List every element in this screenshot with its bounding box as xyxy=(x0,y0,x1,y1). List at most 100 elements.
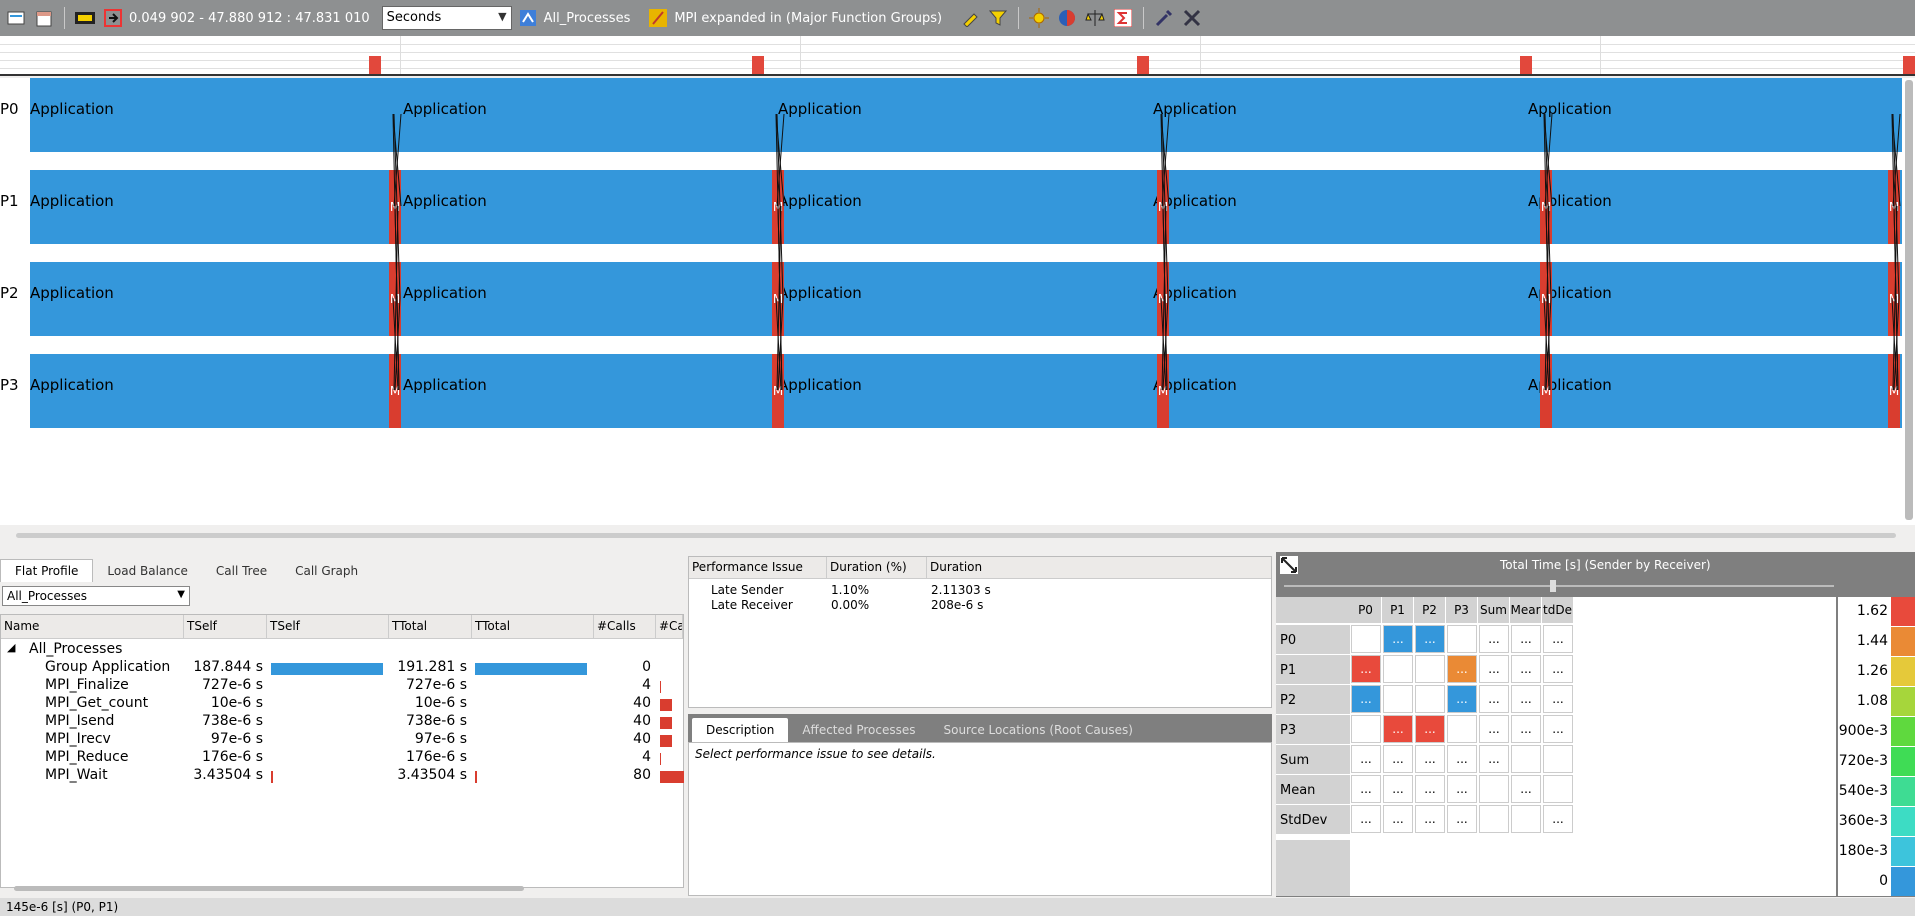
flat-profile-scrollbar[interactable] xyxy=(0,882,684,894)
timeline-overview[interactable] xyxy=(0,36,1915,76)
matrix-cell[interactable]: ... xyxy=(1447,685,1477,713)
matrix-cell[interactable]: ... xyxy=(1415,745,1445,773)
matrix-cell[interactable]: ... xyxy=(1479,685,1509,713)
matrix-cell[interactable]: ... xyxy=(1543,655,1573,683)
matrix-row-header[interactable]: P3 xyxy=(1276,715,1350,745)
calendar-icon[interactable] xyxy=(32,6,56,30)
matrix-col-header[interactable]: P2 xyxy=(1414,597,1446,623)
filter-icon[interactable] xyxy=(986,6,1010,30)
matrix-cell[interactable]: ... xyxy=(1447,775,1477,803)
col-duration[interactable]: Duration xyxy=(927,557,1271,578)
matrix-cell[interactable]: ... xyxy=(1543,685,1573,713)
matrix-cell[interactable]: ... xyxy=(1479,715,1509,743)
process-select[interactable]: All_Processes ▼ xyxy=(2,586,190,606)
matrix-cell[interactable]: ... xyxy=(1415,775,1445,803)
matrix-cell[interactable]: ... xyxy=(1415,715,1445,743)
process-group-label[interactable]: All_Processes xyxy=(544,11,631,26)
matrix-cell[interactable]: ... xyxy=(1447,805,1477,833)
master-timeline[interactable]: P0 Application Application Application Appli… xyxy=(0,78,1915,525)
zoom-slider-track[interactable] xyxy=(1284,585,1834,587)
matrix-row-header[interactable]: P2 xyxy=(1276,685,1350,715)
balance-icon[interactable] xyxy=(1083,6,1107,30)
tab-call-tree[interactable]: Call Tree xyxy=(202,560,281,582)
zoom-export-icon[interactable] xyxy=(101,6,125,30)
tab-load-balance[interactable]: Load Balance xyxy=(93,560,201,582)
matrix-row-header[interactable]: StdDev xyxy=(1276,805,1350,835)
matrix-cell[interactable] xyxy=(1383,685,1413,713)
collapse-triangle-icon[interactable]: ◢ xyxy=(7,641,15,654)
matrix-row-header[interactable]: Mean xyxy=(1276,775,1350,805)
table-row[interactable]: MPI_Isend 738e-6 s 738e-6 s 40 xyxy=(1,713,685,731)
col-calls[interactable]: #Calls xyxy=(594,615,656,638)
settings-tools-icon[interactable] xyxy=(1180,6,1204,30)
matrix-cell[interactable]: ... xyxy=(1543,805,1573,833)
table-row[interactable]: MPI_Irecv 97e-6 s 97e-6 s 40 xyxy=(1,731,685,749)
matrix-col-header[interactable]: P1 xyxy=(1382,597,1414,623)
tab-call-graph[interactable]: Call Graph xyxy=(281,560,372,582)
matrix-cell[interactable] xyxy=(1351,625,1381,653)
expand-icon[interactable] xyxy=(1280,556,1298,574)
matrix-cell[interactable] xyxy=(1479,775,1509,803)
highlighter-icon[interactable] xyxy=(958,6,982,30)
matrix-cell[interactable]: ... xyxy=(1511,775,1541,803)
function-group-icon[interactable] xyxy=(646,6,670,30)
matrix-cell[interactable] xyxy=(1543,775,1573,803)
matrix-row-header[interactable]: Sum xyxy=(1276,745,1350,775)
col-duration-pct[interactable]: Duration (%) xyxy=(827,557,927,578)
matrix-cell[interactable] xyxy=(1447,625,1477,653)
matrix-cell[interactable]: ... xyxy=(1479,655,1509,683)
matrix-cell[interactable] xyxy=(1511,745,1541,773)
matrix-col-header[interactable]: Sum xyxy=(1478,597,1510,623)
matrix-cell[interactable]: ... xyxy=(1543,625,1573,653)
col-tself[interactable]: TSelf xyxy=(184,615,267,638)
matrix-cell[interactable] xyxy=(1415,655,1445,683)
tab-flat-profile[interactable]: Flat Profile xyxy=(0,559,94,582)
matrix-row-header[interactable]: P0 xyxy=(1276,625,1350,655)
film-icon[interactable] xyxy=(73,6,97,30)
process-group-icon[interactable] xyxy=(516,6,540,30)
table-row[interactable]: MPI_Get_count 10e-6 s 10e-6 s 40 xyxy=(1,695,685,713)
matrix-cell[interactable]: ... xyxy=(1351,805,1381,833)
scrollbar-track[interactable] xyxy=(14,886,524,891)
col-ttotal[interactable]: TTotal xyxy=(389,615,472,638)
function-grouping-label[interactable]: MPI expanded in (Major Function Groups) xyxy=(674,11,942,26)
matrix-cell[interactable] xyxy=(1479,805,1509,833)
performance-row[interactable]: Late Sender 1.10% 2.11303 s xyxy=(689,583,1271,598)
tab-affected-processes[interactable]: Affected Processes xyxy=(788,718,929,742)
timeline-horizontal-scrollbar[interactable] xyxy=(0,528,1915,542)
matrix-cell[interactable]: ... xyxy=(1479,745,1509,773)
matrix-cell[interactable]: ... xyxy=(1479,625,1509,653)
zoom-slider-handle[interactable] xyxy=(1550,580,1556,592)
matrix-col-header[interactable]: tdDe xyxy=(1542,597,1574,623)
sun-icon[interactable] xyxy=(1027,6,1051,30)
col-performance-issue[interactable]: Performance Issue xyxy=(689,557,827,578)
matrix-cell[interactable]: ... xyxy=(1351,775,1381,803)
matrix-cell[interactable]: ... xyxy=(1447,745,1477,773)
timeline-vertical-scrollbar[interactable] xyxy=(1905,80,1913,520)
matrix-cell[interactable]: ... xyxy=(1383,625,1413,653)
scrollbar-track[interactable] xyxy=(16,533,1896,538)
chart-icon[interactable] xyxy=(4,6,28,30)
matrix-cell[interactable]: ... xyxy=(1415,805,1445,833)
matrix-cell[interactable] xyxy=(1351,715,1381,743)
matrix-col-header[interactable]: P3 xyxy=(1446,597,1478,623)
matrix-cell[interactable]: ... xyxy=(1351,655,1381,683)
matrix-col-header[interactable]: P0 xyxy=(1350,597,1382,623)
matrix-cell[interactable] xyxy=(1511,805,1541,833)
matrix-cell[interactable]: ... xyxy=(1511,715,1541,743)
matrix-cell[interactable] xyxy=(1415,685,1445,713)
matrix-cell[interactable]: ... xyxy=(1511,655,1541,683)
col-tself-bar[interactable]: TSelf xyxy=(267,615,389,638)
matrix-cell[interactable] xyxy=(1383,655,1413,683)
matrix-cell[interactable]: ... xyxy=(1511,685,1541,713)
table-row[interactable]: MPI_Wait 3.43504 s 3.43504 s 80 xyxy=(1,767,685,785)
sigma-icon[interactable] xyxy=(1111,6,1135,30)
table-row[interactable]: Group Application 187.844 s 191.281 s0 xyxy=(1,659,685,677)
matrix-cell[interactable]: ... xyxy=(1383,715,1413,743)
matrix-cell[interactable]: ... xyxy=(1415,625,1445,653)
performance-row[interactable]: Late Receiver 0.00% 208e-6 s xyxy=(689,598,1271,613)
table-row[interactable]: MPI_Reduce 176e-6 s 176e-6 s 4 xyxy=(1,749,685,767)
matrix-cell[interactable]: ... xyxy=(1543,715,1573,743)
col-name[interactable]: Name xyxy=(1,615,184,638)
matrix-cell[interactable] xyxy=(1543,745,1573,773)
